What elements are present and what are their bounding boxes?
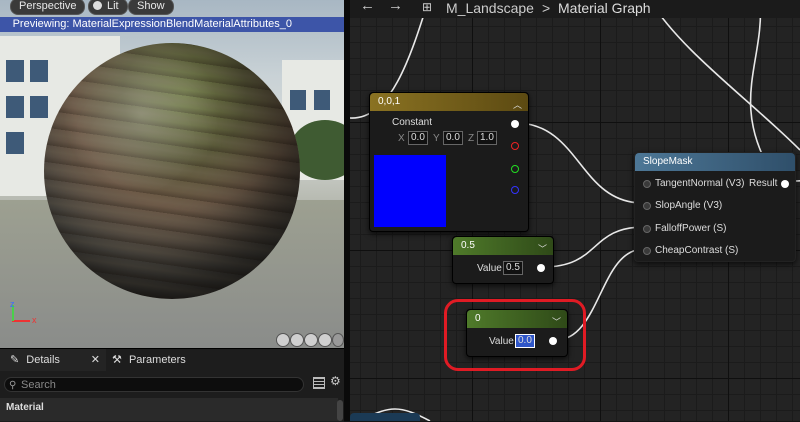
r-output-pin[interactable] <box>511 142 519 150</box>
b-output-pin[interactable] <box>511 186 519 194</box>
z-value-field[interactable]: 1.0 <box>477 131 497 145</box>
breadcrumb-separator: > <box>542 0 551 16</box>
tab-parameters-label: Parameters <box>128 354 186 366</box>
x-label: X <box>398 133 405 144</box>
scalar-node-0-5-title[interactable]: 0.5 ﹀ <box>453 237 553 255</box>
constant3-node-title-text: 0,0,1 <box>378 96 401 107</box>
building-window <box>6 132 24 154</box>
falloffpower-input-pin[interactable] <box>643 225 651 233</box>
tangentnormal-label: TangentNormal (V3) <box>655 178 745 189</box>
breadcrumb-asset[interactable]: M_Landscape <box>446 0 534 16</box>
g-output-pin[interactable] <box>511 165 519 173</box>
y-value-field[interactable]: 0.0 <box>443 131 463 145</box>
breadcrumb-current: Material Graph <box>558 0 651 16</box>
bottom-node-edge <box>350 413 420 421</box>
chevron-down-icon[interactable]: ﹀ <box>538 240 547 258</box>
cheapcontrast-input-pin[interactable] <box>643 247 651 255</box>
axis-z-icon: z <box>10 299 15 309</box>
falloffpower-label: FalloffPower (S) <box>655 223 727 234</box>
scalar-node-0-5-title-text: 0.5 <box>461 240 475 251</box>
show-button[interactable]: Show <box>128 0 174 15</box>
result-label: Result <box>749 178 778 189</box>
slopemask-node-title-text: SlopeMask <box>643 156 693 167</box>
viewport-toolbar: Perspective Lit Show <box>0 0 344 15</box>
search-placeholder: Search <box>21 379 56 391</box>
preview-cube-icon[interactable] <box>318 333 332 347</box>
result-output-pin[interactable] <box>781 180 789 188</box>
details-scrollbar[interactable] <box>337 400 343 421</box>
constant3-vector-node[interactable]: 0,0,1 ︿ Constant X 0.0 Y 0.0 Z 1.0 <box>369 92 529 232</box>
building-window <box>30 96 48 118</box>
cheapcontrast-label: CheapContrast (S) <box>655 245 739 256</box>
axis-x-icon: x <box>32 315 37 325</box>
lit-button[interactable]: Lit <box>88 0 128 15</box>
tab-parameters[interactable]: ⚒ Parameters <box>112 349 186 371</box>
graph-hierarchy-icon: ⊞ <box>422 0 433 14</box>
value-label: Value <box>477 263 502 274</box>
search-input[interactable]: ⚲ Search <box>4 377 304 392</box>
constant-label: Constant <box>392 117 433 128</box>
color-preview-swatch <box>374 155 446 227</box>
preview-status-bar: Previewing: MaterialExpressionBlendMater… <box>0 17 344 32</box>
wire-top-right <box>649 0 800 151</box>
lit-icon <box>93 1 102 10</box>
building-window <box>314 90 330 110</box>
preview-cylinder-icon[interactable] <box>276 333 290 347</box>
x-value-field[interactable]: 0.0 <box>408 131 428 145</box>
material-preview-sphere <box>44 43 300 299</box>
constant3-node-title[interactable]: 0,0,1 ︿ <box>370 93 528 111</box>
tangentnormal-input-pin[interactable] <box>643 180 651 188</box>
close-icon[interactable]: ✕ <box>91 349 100 371</box>
material-graph-canvas[interactable]: 0,0,1 ︿ Constant X 0.0 Y 0.0 Z 1.0 Slope… <box>350 0 800 421</box>
graph-breadcrumb-bar: ← → ⊞ M_Landscape > Material Graph <box>350 0 800 18</box>
preview-plane-icon[interactable] <box>304 333 318 347</box>
wire-constant-to-slopangle <box>517 122 644 204</box>
preview-sphere-icon[interactable] <box>290 333 304 347</box>
highlight-annotation-ring <box>444 299 586 371</box>
axis-x-line <box>12 320 30 322</box>
slopemask-node-title[interactable]: SlopeMask <box>635 153 795 171</box>
slopangle-input-pin[interactable] <box>643 202 651 210</box>
building-window <box>30 60 48 82</box>
parameters-tab-icon: ⚒ <box>112 354 122 366</box>
chevron-up-icon[interactable]: ︿ <box>513 96 522 114</box>
wire-scalar05-to-falloff <box>542 226 644 268</box>
preview-mesh-icon[interactable] <box>332 333 344 347</box>
category-header-material[interactable]: Material <box>0 398 338 421</box>
lit-label: Lit <box>107 0 119 12</box>
search-icon: ⚲ <box>9 380 17 391</box>
forward-arrow-icon[interactable]: → <box>388 0 403 14</box>
material-preview-viewport[interactable]: Perspective Lit Show Previewing: Materia… <box>0 0 344 348</box>
wire-top-mid <box>749 0 771 171</box>
building-window <box>6 60 24 82</box>
slopemask-function-node[interactable]: SlopeMask TangentNormal (V3) Result Slop… <box>634 152 796 262</box>
perspective-button[interactable]: Perspective <box>10 0 86 15</box>
slopangle-label: SlopAngle (V3) <box>655 200 723 211</box>
value-field[interactable]: 0.5 <box>503 261 523 275</box>
z-label: Z <box>468 133 475 144</box>
tab-details-label: Details <box>26 354 60 366</box>
building-window <box>290 90 306 110</box>
details-tab-icon: ✎ <box>10 354 20 366</box>
value-output-pin[interactable] <box>537 264 545 272</box>
y-label: Y <box>433 133 440 144</box>
table-view-icon[interactable] <box>313 377 325 389</box>
settings-gear-icon[interactable]: ⚙ <box>330 374 341 388</box>
building-window <box>6 96 24 118</box>
tab-details[interactable]: ✎ Details ✕ <box>0 349 106 371</box>
back-arrow-icon[interactable]: ← <box>360 0 375 14</box>
rgb-output-pin[interactable] <box>511 120 519 128</box>
scalar-node-0-5[interactable]: 0.5 ﹀ Value 0.5 <box>452 236 554 284</box>
